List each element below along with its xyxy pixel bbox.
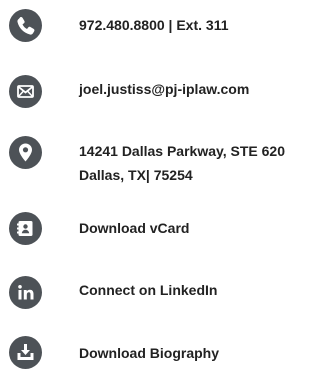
connect-linkedin-link[interactable]: Connect on LinkedIn — [79, 280, 217, 300]
phone-icon — [9, 9, 42, 42]
download-biography-link[interactable]: Download Biography — [79, 343, 219, 363]
address-text[interactable]: 14241 Dallas Parkway, STE 620 Dallas, TX… — [79, 139, 285, 187]
envelope-icon — [9, 75, 42, 108]
map-pin-icon — [9, 136, 42, 169]
address-line-2: Dallas, TX| 75254 — [79, 167, 193, 183]
download-vcard-link[interactable]: Download vCard — [79, 218, 189, 238]
contact-list: 972.480.8800 | Ext. 311 joel.justiss@pj-… — [0, 0, 322, 373]
download-icon — [9, 336, 42, 369]
linkedin-icon — [9, 276, 42, 309]
phone-number[interactable]: 972.480.8800 | Ext. 311 — [79, 15, 229, 35]
address-line-1: 14241 Dallas Parkway, STE 620 — [79, 143, 285, 159]
email-link[interactable]: joel.justiss@pj-iplaw.com — [79, 79, 249, 99]
contact-card-icon — [9, 212, 42, 245]
